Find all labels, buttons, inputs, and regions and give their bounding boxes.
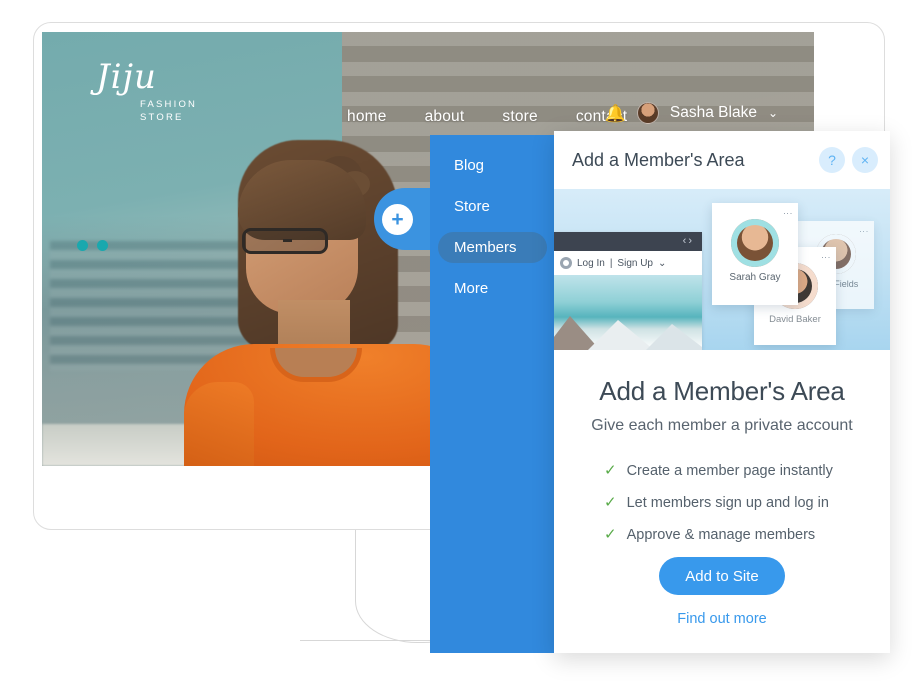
account-icon xyxy=(560,257,572,269)
member-card: ⋮ Sarah Gray xyxy=(712,203,798,305)
browser-nav-arrows: ‹› xyxy=(683,235,694,247)
logo-wordmark: Jiju xyxy=(96,57,157,97)
sunglasses-icon xyxy=(242,228,328,254)
nav-item-store[interactable]: store xyxy=(502,108,537,126)
add-members-area-panel: Add a Member's Area ? × ‹› Log In | Sign… xyxy=(554,131,890,653)
login-signup-bar: Log In | Sign Up ⌄ xyxy=(554,251,702,275)
card-menu-icon: ⋮ xyxy=(821,253,831,263)
close-icon[interactable]: × xyxy=(852,147,878,173)
card-menu-icon: ⋮ xyxy=(783,209,793,219)
card-menu-icon: ⋮ xyxy=(859,227,869,237)
check-icon: ✓ xyxy=(604,526,617,543)
editor-sidebar: Blog Store Members More xyxy=(430,135,555,653)
panel-header: Add a Member's Area ? × xyxy=(554,131,890,189)
sidebar-item-more[interactable]: More xyxy=(438,273,547,304)
site-navigation-bar: Jiju FASHION STORE xyxy=(42,32,814,123)
feature-item: ✓ Approve & manage members xyxy=(604,525,840,543)
logo-tagline-line1: FASHION xyxy=(140,99,198,110)
model-arm xyxy=(184,382,254,466)
add-to-site-button[interactable]: Add to Site xyxy=(659,557,785,595)
avatar xyxy=(636,102,659,124)
sidebar-item-members[interactable]: Members xyxy=(438,232,547,263)
promo-subheading: Give each member a private account xyxy=(591,417,853,434)
hero-accent-dot xyxy=(77,240,88,251)
feature-item: ✓ Create a member page instantly xyxy=(604,461,840,479)
panel-title: Add a Member's Area xyxy=(572,149,745,170)
browser-hero-photo xyxy=(554,275,702,350)
user-name-label: Sasha Blake xyxy=(669,104,757,121)
panel-body: Add a Member's Area Give each member a p… xyxy=(554,350,890,627)
signup-label: Sign Up xyxy=(617,257,653,269)
hero-accent-dot xyxy=(97,240,108,251)
find-out-more-link[interactable]: Find out more xyxy=(576,611,868,627)
site-user-menu[interactable]: 🔔 Sasha Blake ⌄ xyxy=(605,102,778,124)
mountain-shape xyxy=(646,324,702,350)
feature-list: ✓ Create a member page instantly ✓ Let m… xyxy=(604,461,840,543)
sidebar-item-blog[interactable]: Blog xyxy=(438,150,547,181)
check-icon: ✓ xyxy=(604,462,617,479)
sidebar-item-store[interactable]: Store xyxy=(438,191,547,222)
mountain-shape xyxy=(588,320,654,350)
chevron-down-icon[interactable]: ⌄ xyxy=(768,106,778,120)
chevron-right-icon: › xyxy=(688,235,694,247)
nav-item-about[interactable]: about xyxy=(425,108,465,126)
site-nav-links: home about store contact xyxy=(347,108,627,126)
promo-heading: Add a Member's Area xyxy=(599,376,845,406)
login-label: Log In xyxy=(577,257,605,269)
chevron-down-icon: ⌄ xyxy=(658,257,667,269)
nav-item-home[interactable]: home xyxy=(347,108,387,126)
browser-mockup: ‹› Log In | Sign Up ⌄ xyxy=(554,232,702,350)
login-separator: | xyxy=(609,257,613,269)
panel-preview-image: ‹› Log In | Sign Up ⌄ ⋮ Amy Fields ⋮ xyxy=(554,189,890,350)
feature-item: ✓ Let members sign up and log in xyxy=(604,493,840,511)
feature-label: Approve & manage members xyxy=(626,527,816,543)
check-icon: ✓ xyxy=(604,494,617,511)
member-name: Sarah Gray xyxy=(729,272,781,283)
plus-icon[interactable]: + xyxy=(382,204,413,235)
help-icon[interactable]: ? xyxy=(819,147,845,173)
member-avatar xyxy=(731,219,779,267)
site-logo[interactable]: Jiju FASHION STORE xyxy=(96,60,236,124)
logo-tagline-line2: STORE xyxy=(140,112,184,123)
bell-icon[interactable]: 🔔 xyxy=(605,105,626,122)
browser-title-bar: ‹› xyxy=(554,232,702,251)
feature-label: Let members sign up and log in xyxy=(626,495,829,511)
member-name: David Baker xyxy=(769,314,821,325)
feature-label: Create a member page instantly xyxy=(626,463,833,479)
